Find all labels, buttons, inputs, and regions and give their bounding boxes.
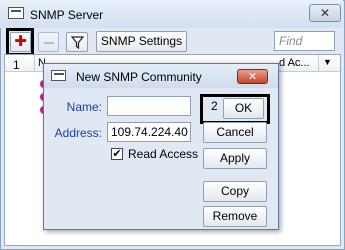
apply-button[interactable]: Apply [203, 148, 267, 169]
snmp-settings-button[interactable]: SNMP Settings [96, 31, 187, 52]
address-input[interactable]: 109.74.224.40 [107, 122, 191, 142]
name-label: Name: [66, 100, 102, 114]
dialog-title: New SNMP Community [76, 70, 202, 84]
annotation-label-2: 2 [211, 99, 218, 113]
dialog-close-button[interactable]: ✕ [237, 69, 268, 84]
column-separator [34, 55, 35, 72]
close-button[interactable]: ✕ [309, 4, 341, 22]
find-input[interactable]: Find [274, 31, 335, 51]
column-dropdown-icon[interactable]: ▼ [323, 57, 332, 67]
ok-button[interactable]: OK [223, 98, 264, 119]
window-icon [8, 7, 24, 19]
remove-button[interactable] [38, 32, 59, 52]
annotation-label-1: 1 [13, 58, 20, 72]
address-label: Address: [54, 126, 102, 140]
read-access-checkbox[interactable]: ✔ [111, 148, 123, 160]
minus-icon [44, 42, 54, 44]
new-snmp-community-dialog: New SNMP Community ✕ Name: Address: 109.… [43, 63, 279, 230]
filter-button[interactable] [66, 32, 88, 52]
filter-icon [71, 36, 84, 49]
window-title: SNMP Server [30, 8, 104, 22]
column-separator [318, 55, 319, 72]
remove-button[interactable]: Remove [203, 206, 267, 227]
window-icon [51, 70, 66, 81]
read-access-label: Read Access [128, 147, 199, 161]
name-input[interactable] [107, 96, 191, 116]
cancel-button[interactable]: Cancel [203, 122, 267, 143]
add-button[interactable]: ✚ [10, 32, 31, 52]
copy-button[interactable]: Copy [203, 181, 267, 202]
column-header-read-access[interactable]: d Ac... [279, 57, 310, 69]
